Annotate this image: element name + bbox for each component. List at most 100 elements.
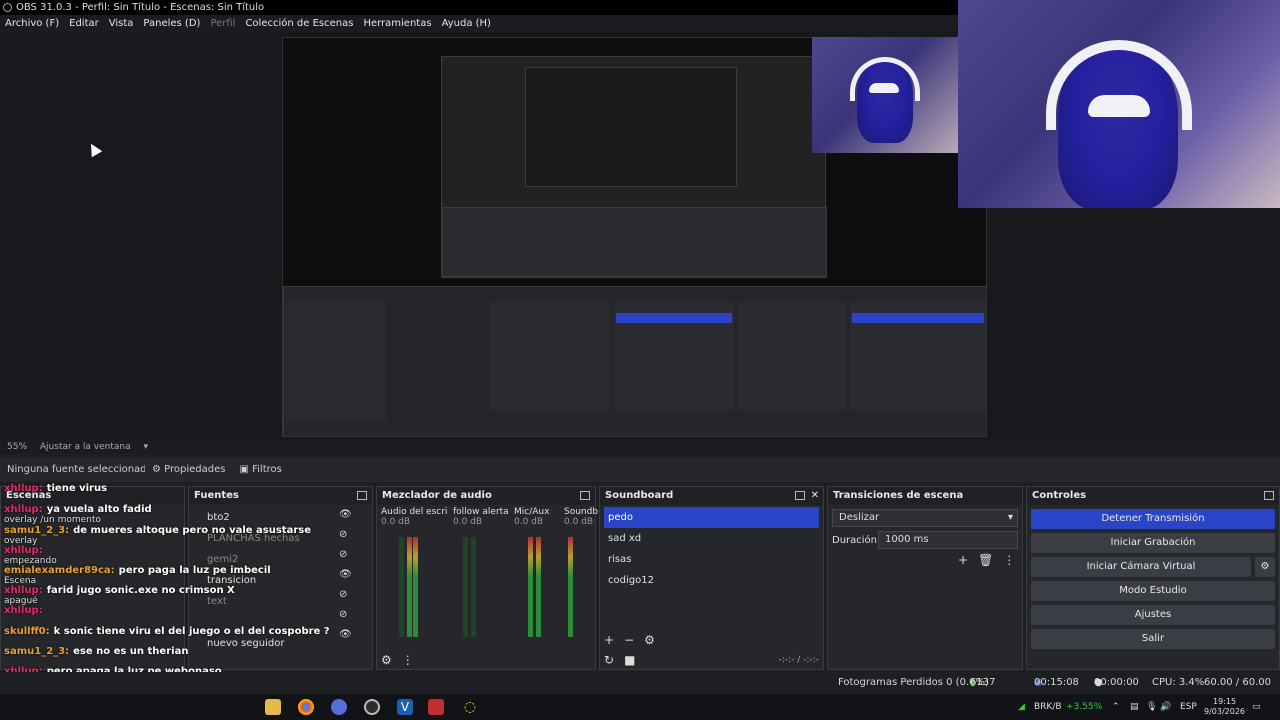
chat-text: tiene virus [46,483,108,494]
close-icon[interactable]: ✕ [811,487,819,505]
nested-preview [441,56,827,278]
dropped-frames: Fotogramas Perdidos 0 (0.0%) [838,677,989,688]
chat-username: xhllup: [4,605,43,616]
cpu-usage: CPU: 3.4% [1152,677,1205,688]
menu-ayuda[interactable]: Ayuda (H) [437,15,496,32]
gear-icon[interactable]: ⚙ [644,633,655,667]
stop-streaming-button[interactable]: Detener Transmisión [1031,509,1275,529]
stop-icon[interactable]: ■ [624,653,635,667]
transitions-title: Transiciones de escena [828,487,1022,505]
chat-message: samu1_2_3: ese no es un therian [4,646,188,657]
zoom-level[interactable]: 55% [7,442,27,452]
chat-message: xhllup: [4,545,47,556]
add-icon[interactable]: + [958,553,968,667]
vegas-icon[interactable]: V [397,699,413,715]
chat-overlay: xhllup: tiene virus xhllup: ya vuela alto f… [0,476,380,717]
mixer-channel: Audio del escrito 0.0 dB [381,507,447,647]
filter-icon: ▣ [239,464,253,475]
chat-sublabel: overlay /un momento [4,515,101,525]
menu-vista[interactable]: Vista [104,15,139,32]
obs-icon[interactable] [364,699,380,715]
obs-logo-icon [3,3,12,12]
undock-icon[interactable] [1264,491,1274,500]
clock[interactable]: 19:15 9/03/2026 [1204,697,1245,717]
settings-button[interactable]: Ajustes [1031,605,1275,625]
soundboard-time: -:-:- / -:-:- [778,655,819,665]
stock-trend-icon: ◢ [1018,702,1025,712]
mouse-cursor-icon [85,140,103,158]
network-icon[interactable]: ▤ [1130,694,1139,720]
mixer-title: Mezclador de audio [377,487,595,505]
speaker-icon[interactable]: 🔊 [1160,694,1171,720]
mixer-channel: Soundb 0.0 dB [564,507,598,647]
taskbar: V ◌ ◢ BRK/B +3.55% ⌃ ▤ 🎙 🔊 ESP 19:15 9/0… [0,694,1280,720]
mic-icon[interactable]: 🎙 [1146,694,1157,720]
transitions-dock: Transiciones de escena Deslizar ▾ Duració… [827,486,1023,670]
discord-icon[interactable] [331,699,347,715]
soundboard-item[interactable]: codigo12 [604,570,819,591]
audio-mixer-dock: Mezclador de audio Audio del escrito 0.0… [376,486,598,670]
chevron-down-icon: ▾ [1007,512,1013,523]
chat-username: xhllup: [4,585,43,596]
refresh-icon[interactable]: ↻ [604,653,614,667]
soundboard-item[interactable]: pedo [604,507,819,528]
fit-window-dropdown[interactable]: Ajustar a la ventana [40,442,131,452]
menu-paneles[interactable]: Paneles (D) [138,15,205,32]
chat-text: k sonic tiene viru el del juego o el del… [53,626,330,637]
chat-text: ese no es un therian [73,646,189,657]
menu-archivo[interactable]: Archivo (F) [0,15,64,32]
chevron-down-icon[interactable]: ▾ [144,442,149,452]
stock-ticker[interactable]: BRK/B [1034,694,1062,720]
undock-icon[interactable] [795,491,805,500]
chat-message: xhllup: farid jugo sonic.exe no crimson X [4,585,235,596]
chevron-up-icon[interactable]: ⌃ [1112,694,1120,720]
chat-text: de mueres altoque pero no vale asustarse [73,525,312,536]
chat-message: xhllup: ya vuela alto fadid [4,504,152,515]
nested-obs-ui [283,286,986,436]
gear-icon[interactable]: ⚙ [1255,557,1275,577]
window-title: OBS 31.0.3 - Perfil: Sin Título - Escena… [16,2,265,13]
menu-herramientas[interactable]: Herramientas [358,15,436,32]
soundboard-item[interactable]: risas [604,549,819,570]
chat-username: xhllup: [4,483,43,494]
menu-editar[interactable]: Editar [64,15,104,32]
duration-label: Duración [832,534,878,546]
chat-message: xhllup: tiene virus [4,483,107,494]
studio-mode-button[interactable]: Modo Estudio [1031,581,1275,601]
folder-icon[interactable] [265,699,281,715]
soundboard-item[interactable]: sad xd [604,528,819,549]
undock-icon[interactable] [580,491,590,500]
menu-coleccion[interactable]: Colección de Escenas [240,15,358,32]
chat-message: samu1_2_3: de mueres altoque pero no vale… [4,525,311,536]
trash-icon[interactable]: 🗑 [978,553,993,667]
controls-title: Controles [1027,487,1279,505]
chat-username: xhllup: [4,545,43,556]
webcam-feed-small [812,37,958,153]
chrome-icon[interactable] [298,699,314,715]
chat-text: pero paga la luz pe imbecil [118,565,271,576]
soundboard-title: Soundboard ✕ [600,487,823,505]
chat-username: samu1_2_3: [4,646,70,657]
nested-docks [442,207,827,277]
menu-dots-icon[interactable]: ⋮ [402,653,414,667]
gear-icon[interactable]: ⚙ [381,653,392,667]
voicemod-icon[interactable] [428,699,444,715]
chat-username: samu1_2_3: [4,525,70,536]
soundboard-dock: Soundboard ✕ pedo sad xd risas codigo12 +… [599,486,824,670]
chat-message: skullff0: k sonic tiene viru el del juego… [4,626,330,637]
menu-dots-icon[interactable]: ⋮ [1003,553,1015,667]
language-indicator[interactable]: ESP [1180,694,1197,720]
notification-icon[interactable]: ▭ [1252,694,1261,720]
chat-text: farid jugo sonic.exe no crimson X [46,585,235,596]
preview-zoom-bar: 55% Ajustar a la ventana ▾ [0,440,1280,454]
duration-input[interactable]: 1000 ms [878,531,1018,549]
controls-dock: Controles Detener Transmisión Iniciar Gr… [1026,486,1280,670]
start-recording-button[interactable]: Iniciar Grabación [1031,533,1275,553]
osu-icon[interactable]: ◌ [462,699,478,715]
transition-select[interactable]: Deslizar ▾ [832,509,1018,527]
chat-text: ya vuela alto fadid [46,504,152,515]
exit-button[interactable]: Salir [1031,629,1275,649]
stock-change: +3.55% [1066,702,1103,712]
chat-username: emialexamder89ca: [4,565,115,576]
virtual-camera-button[interactable]: Iniciar Cámara Virtual [1031,557,1251,577]
